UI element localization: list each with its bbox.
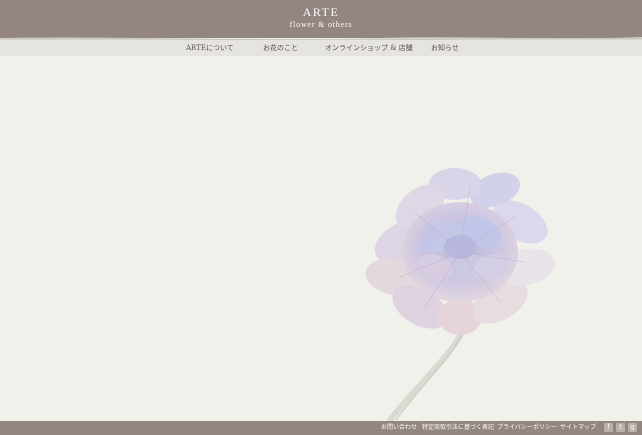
twitter-icon[interactable]: t [616,423,625,432]
flower-illustration [365,168,555,422]
nav-item-online-shop[interactable]: オンラインショップ & 店舗 [325,44,413,52]
site-logo-title[interactable]: ARTE [0,6,642,18]
nav-item-flowers[interactable]: お花のこと [263,44,298,52]
facebook-icon[interactable]: f [604,423,613,432]
footer-link-legal-notice[interactable]: 特定商取引法に基づく表記 [422,424,494,432]
footer-link-privacy-policy[interactable]: プライバシーポリシー [497,424,557,432]
google-plus-icon[interactable]: g [628,423,637,432]
nav-item-news[interactable]: お知らせ [431,44,459,52]
site-logo-subtitle: flower & others [289,20,353,29]
site-footer: お問い合わせ 特定商取引法に基づく表記 プライバシーポリシー サイトマップ f … [0,421,642,435]
site-header: ARTE flower & others [0,0,642,38]
footer-link-contact[interactable]: お問い合わせ [381,424,417,432]
footer-link-sitemap[interactable]: サイトマップ [560,424,596,432]
main-navigation: ARTEについて お花のこと オンラインショップ & 店舗 お知らせ [0,40,642,56]
nav-item-about[interactable]: ARTEについて [186,44,234,52]
